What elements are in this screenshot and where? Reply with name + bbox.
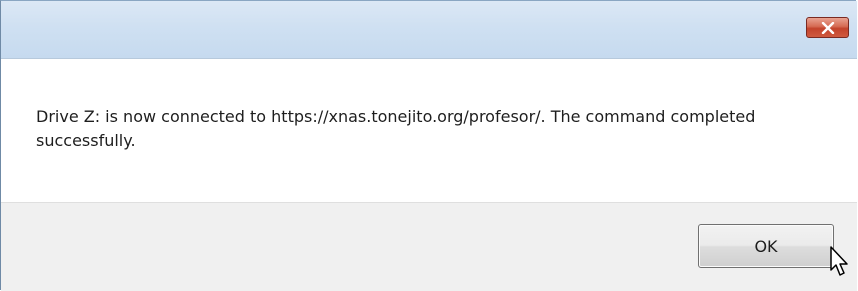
dialog-message: Drive Z: is now connected to https://xna… <box>36 107 756 150</box>
mouse-pointer-icon <box>830 246 850 282</box>
dialog-content: Drive Z: is now connected to https://xna… <box>1 59 857 202</box>
ok-button[interactable]: OK <box>698 224 834 268</box>
close-button[interactable] <box>806 17 849 38</box>
close-x-icon <box>821 21 835 34</box>
message-dialog: Drive Z: is now connected to https://xna… <box>0 0 857 291</box>
title-bar[interactable] <box>1 1 857 59</box>
